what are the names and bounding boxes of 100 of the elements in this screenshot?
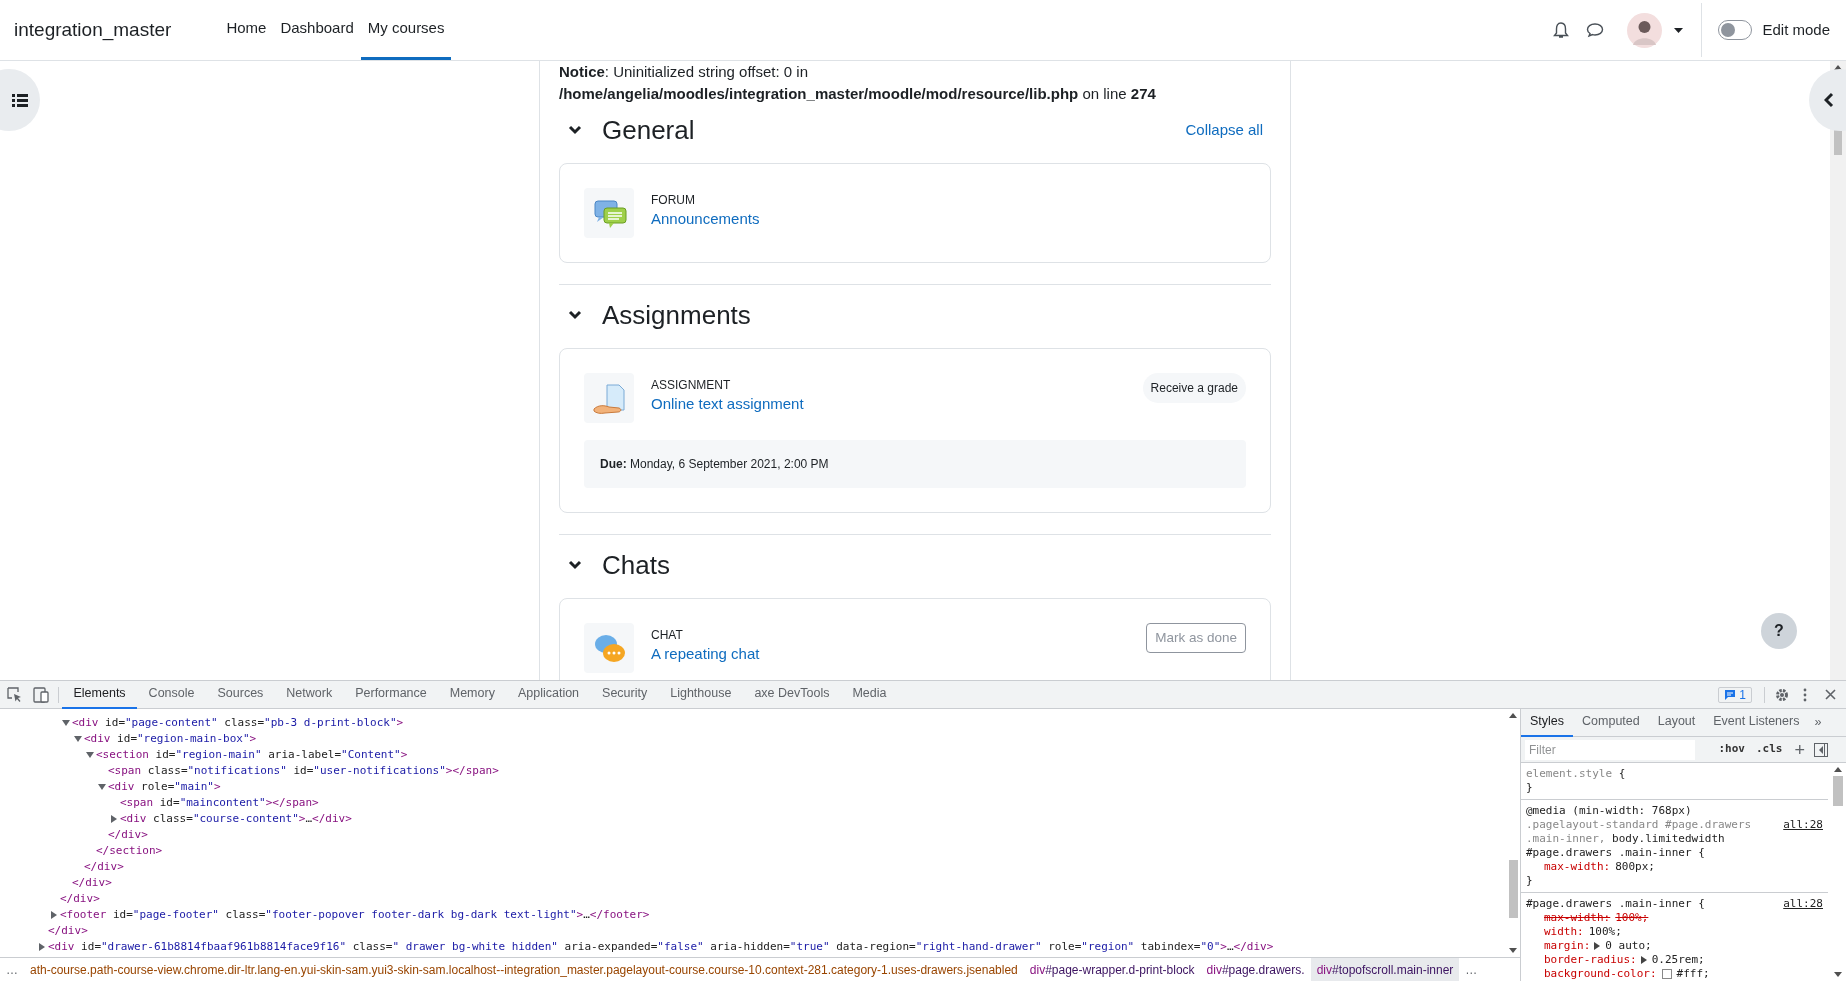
scroll-up-arrow-icon[interactable] xyxy=(1834,65,1842,70)
expand-triangle-icon[interactable] xyxy=(98,783,106,791)
opening-brace: { xyxy=(1698,897,1705,910)
collapse-all-link[interactable]: Collapse all xyxy=(1185,118,1263,142)
styles-pane-tab[interactable]: Event Listeners xyxy=(1704,709,1809,737)
hover-state-button[interactable]: :hov xyxy=(1718,741,1745,758)
devtools-tab[interactable]: axe DevTools xyxy=(742,680,841,709)
devtools-tab[interactable]: Security xyxy=(590,680,659,709)
devtools-tab[interactable]: Media xyxy=(840,680,898,709)
nav-link[interactable]: My courses xyxy=(360,0,452,60)
devtools-tab[interactable]: Console xyxy=(137,680,206,709)
dom-node-line[interactable]: </div> xyxy=(108,826,148,844)
devtools-tab[interactable]: Elements xyxy=(62,680,138,709)
scroll-up-arrow-icon[interactable] xyxy=(1509,713,1517,718)
devtools-tab[interactable]: Performance xyxy=(343,680,439,709)
css-declaration[interactable]: max-width: 800px; xyxy=(1526,860,1823,874)
settings-icon[interactable] xyxy=(1775,687,1789,702)
dom-node-line[interactable]: </div> xyxy=(84,858,124,876)
expand-triangle-icon[interactable] xyxy=(74,735,82,743)
css-declaration[interactable]: border-radius: 0.25rem; xyxy=(1526,953,1823,967)
dom-node-line[interactable]: <div id="drawer-61b8814fbaaf961b8814face9f16" class=" drawer bg-white hidden" aria-expanded="false" aria-hidden="true" data-region="right-hand-drawer" role="region" tabindex="0">…</div> xyxy=(48,938,1274,956)
edit-mode-label: Edit mode xyxy=(1762,19,1830,40)
more-tabs-button[interactable]: » xyxy=(1808,713,1828,732)
scroll-up-arrow-icon[interactable] xyxy=(1834,767,1842,772)
source-link[interactable]: all:28 xyxy=(1783,897,1823,911)
edit-mode-switch[interactable] xyxy=(1718,20,1753,40)
chevron-down-icon[interactable] xyxy=(568,559,582,571)
devtools-tab[interactable]: Network xyxy=(274,680,344,709)
css-declaration[interactable]: background-color: #fff; xyxy=(1526,967,1823,981)
collapse-triangle-icon[interactable] xyxy=(110,815,118,823)
css-declaration[interactable]: width: 100%; xyxy=(1526,925,1823,939)
scrollbar-thumb[interactable] xyxy=(1508,860,1518,918)
styles-pane-tab[interactable]: Computed xyxy=(1573,709,1649,737)
dom-node-line[interactable]: <div id="page-content" class="pb-3 d-print-block"> xyxy=(72,714,404,732)
nav-link[interactable]: Home xyxy=(219,0,274,60)
nav-link[interactable]: Dashboard xyxy=(273,0,361,60)
scroll-down-arrow-icon[interactable] xyxy=(1834,972,1842,977)
expand-triangle-icon[interactable] xyxy=(86,751,94,759)
dom-node-line[interactable]: <span class="notifications" id="user-notifications"></span> xyxy=(108,762,499,780)
scroll-down-arrow-icon[interactable] xyxy=(1509,948,1517,953)
dom-breadcrumb[interactable]: div#page.drawers. xyxy=(1200,958,1311,981)
chevron-down-icon[interactable] xyxy=(568,309,582,321)
dom-node-line[interactable]: <span id="maincontent"></span> xyxy=(120,794,319,812)
dom-node-line[interactable]: <div id="region-main-box"> xyxy=(84,730,257,748)
list-icon xyxy=(12,93,28,107)
bell-icon[interactable] xyxy=(1553,21,1570,39)
page-scrollbar[interactable] xyxy=(1830,61,1846,680)
class-toggle-button[interactable]: .cls xyxy=(1756,741,1783,758)
caret-down-icon[interactable] xyxy=(1674,27,1684,33)
dom-breadcrumb[interactable]: ath-course.path-course-view.chrome.dir-ltr.lang-en.yui-skin-sam.yui3-skin-sam.localhost--integration_master.pagelayout-course.course-10.context-281.category-1.uses-drawers.jsenabled xyxy=(24,958,1024,981)
collapse-triangle-icon[interactable] xyxy=(50,911,58,919)
close-icon[interactable] xyxy=(1825,689,1836,700)
color-swatch[interactable] xyxy=(1661,969,1672,979)
styles-pane-tab[interactable]: Layout xyxy=(1648,709,1705,737)
issues-counter-button[interactable]: 1 xyxy=(1718,686,1752,703)
dom-node-line[interactable]: <section id="region-main" aria-label="Content"> xyxy=(96,746,408,764)
new-rule-button[interactable]: + xyxy=(1794,740,1805,759)
dom-node-line[interactable]: </div> xyxy=(72,874,112,892)
dom-breadcrumb[interactable]: div#page-wrapper.d-print-block xyxy=(1023,958,1201,981)
activity-link[interactable]: A repeating chat xyxy=(651,643,760,665)
devtools-tab[interactable]: Application xyxy=(506,680,591,709)
dom-node-line[interactable]: </div> xyxy=(48,922,88,940)
activity-type-label: FORUM xyxy=(651,192,696,208)
avatar-silhouette-icon[interactable] xyxy=(1627,12,1663,48)
dom-node-line[interactable]: <div class="course-content">…</div> xyxy=(120,810,352,828)
expand-triangle-icon[interactable] xyxy=(1594,942,1601,950)
breadcrumb-scroll-button[interactable]: … xyxy=(1459,960,1484,979)
speech-bubble-icon[interactable] xyxy=(1586,22,1605,38)
devtools-tab[interactable]: Sources xyxy=(206,680,275,709)
dom-node-line[interactable]: </div> xyxy=(60,890,100,908)
activity-link[interactable]: Announcements xyxy=(651,208,760,230)
message-icon xyxy=(1724,688,1737,701)
dom-node-line[interactable]: <footer id="page-footer" class="footer-popover footer-dark bg-dark text-light">…</footer> xyxy=(60,906,650,924)
expand-triangle-icon[interactable] xyxy=(1640,956,1647,964)
source-link[interactable]: all:28 xyxy=(1783,818,1823,832)
expand-triangle-icon[interactable] xyxy=(62,719,70,727)
activity-type-label: ASSIGNMENT xyxy=(651,377,732,393)
site-name-link[interactable]: integration_master xyxy=(14,15,172,45)
dom-node-line[interactable]: </section> xyxy=(96,842,163,860)
section-title: Assignments xyxy=(602,298,751,332)
section-title: Chats xyxy=(602,548,670,582)
help-button[interactable]: ? xyxy=(1761,613,1797,649)
breadcrumb-scroll-button[interactable]: … xyxy=(0,960,24,979)
device-toolbar-icon[interactable] xyxy=(33,686,49,703)
inspect-element-icon[interactable] xyxy=(7,687,22,702)
css-declaration[interactable]: margin: 0 auto; xyxy=(1526,939,1823,953)
scrollbar-thumb[interactable] xyxy=(1834,130,1842,155)
filter-input[interactable]: Filter xyxy=(1525,739,1695,760)
collapse-triangle-icon[interactable] xyxy=(38,943,46,951)
chevron-down-icon[interactable] xyxy=(568,124,582,136)
activity-link[interactable]: Online text assignment xyxy=(651,393,804,415)
dom-node-line[interactable]: <div role="main"> xyxy=(108,778,221,796)
devtools-tab[interactable]: Lighthouse xyxy=(658,680,743,709)
toggle-sidebar-icon[interactable] xyxy=(1814,742,1828,757)
more-options-icon[interactable] xyxy=(1803,687,1807,702)
css-selector: #page.drawers .main-inner xyxy=(1526,897,1692,910)
css-declaration[interactable]: max-width: 100%; xyxy=(1526,911,1823,925)
dom-breadcrumb[interactable]: div#topofscroll.main-inner xyxy=(1310,958,1460,981)
devtools-tab[interactable]: Memory xyxy=(438,680,507,709)
scrollbar-thumb[interactable] xyxy=(1833,776,1843,806)
